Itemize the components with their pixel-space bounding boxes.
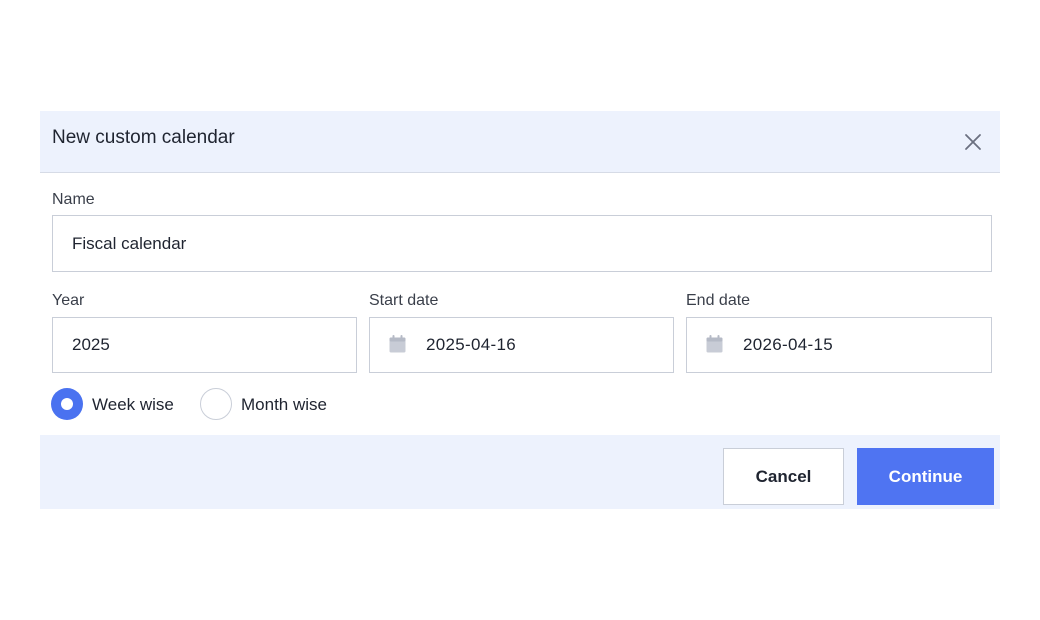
- end-date-value: 2026-04-15: [743, 335, 833, 354]
- close-icon: [965, 134, 981, 150]
- year-label: Year: [52, 292, 85, 309]
- month-wise-label[interactable]: Month wise: [241, 395, 327, 415]
- name-label: Name: [52, 191, 95, 208]
- name-input[interactable]: [52, 215, 992, 272]
- start-date-input[interactable]: 2025-04-16: [369, 317, 674, 373]
- dialog-title: New custom calendar: [52, 127, 235, 148]
- continue-button[interactable]: Continue: [857, 448, 994, 505]
- week-wise-label[interactable]: Week wise: [92, 395, 174, 415]
- dialog-footer: Cancel Continue: [40, 435, 1000, 509]
- month-wise-radio[interactable]: [200, 388, 232, 420]
- new-calendar-dialog: New custom calendar Name Year Start date…: [40, 111, 1000, 509]
- year-input[interactable]: [52, 317, 357, 373]
- calendar-icon: [706, 335, 723, 353]
- end-date-label: End date: [686, 292, 751, 309]
- cancel-button[interactable]: Cancel: [723, 448, 844, 505]
- week-wise-radio[interactable]: [51, 388, 83, 420]
- calendar-icon: [389, 335, 406, 353]
- start-date-label: Start date: [369, 292, 439, 309]
- start-date-value: 2025-04-16: [426, 335, 516, 354]
- dialog-header: New custom calendar: [40, 111, 1000, 173]
- close-button[interactable]: [960, 129, 986, 155]
- end-date-input[interactable]: 2026-04-15: [686, 317, 992, 373]
